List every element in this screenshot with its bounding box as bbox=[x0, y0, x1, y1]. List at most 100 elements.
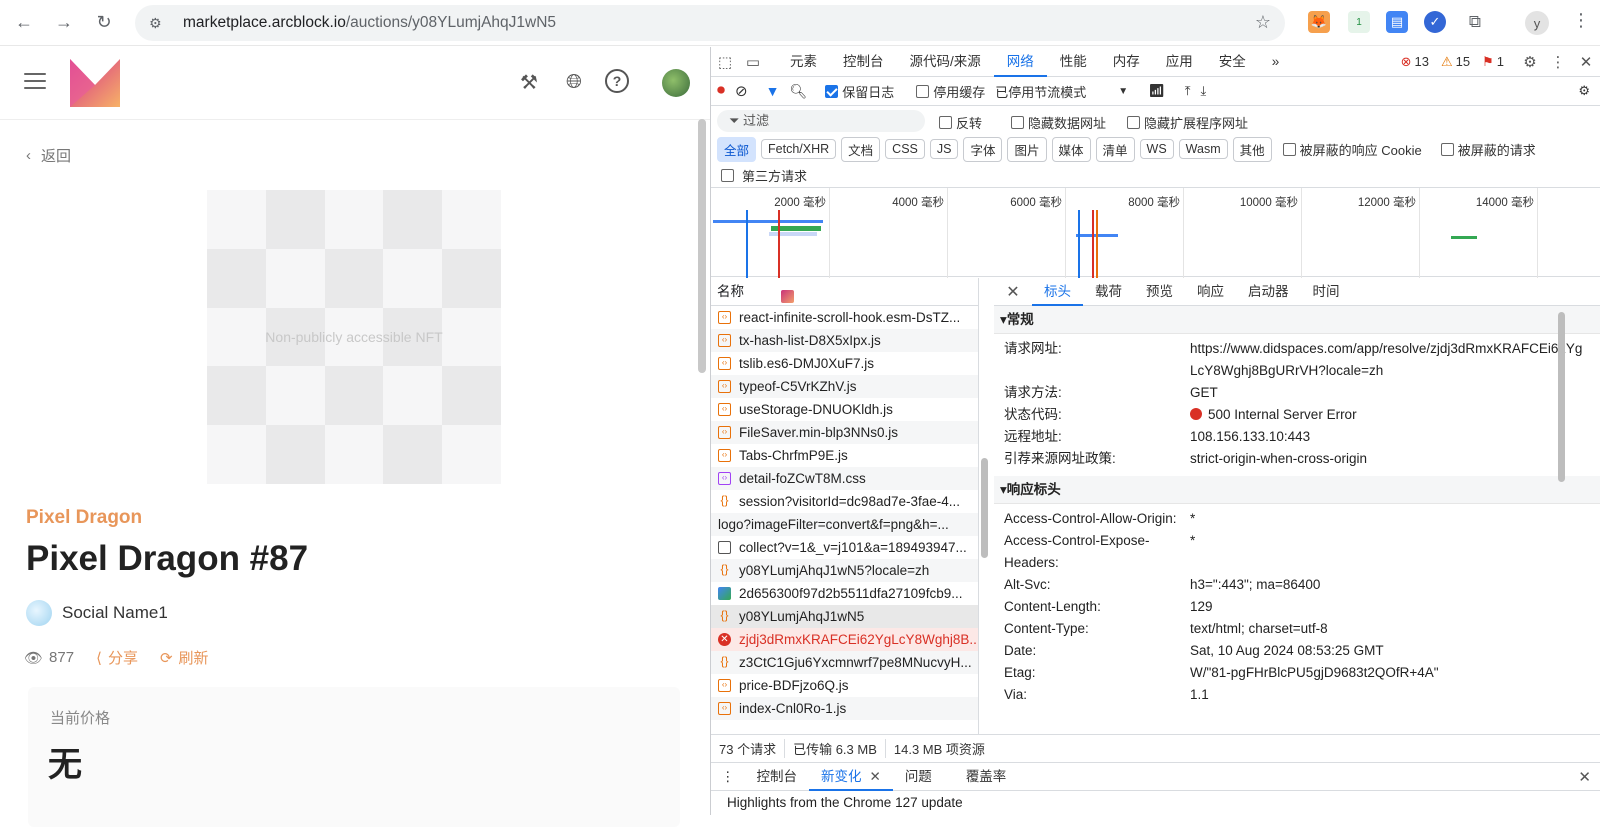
page-scrollbar[interactable] bbox=[698, 119, 706, 373]
reload-icon[interactable]: ↻ bbox=[92, 11, 116, 35]
name-column-header[interactable]: 名称 bbox=[711, 278, 978, 306]
type-img[interactable]: 图片 bbox=[1007, 136, 1047, 162]
request-row[interactable]: ‹› FileSaver.min-blp3NNs0.js bbox=[711, 421, 978, 444]
header-value[interactable]: h3=":443"; ma=86400 bbox=[1190, 574, 1600, 596]
request-row[interactable]: 2d656300f97d2b5511dfa27109fcb9... bbox=[711, 582, 978, 605]
warning-count-badge[interactable]: ⚠ 15 bbox=[1441, 54, 1470, 70]
throttle-select[interactable]: 已停用节流模式 ▼ bbox=[995, 82, 1128, 101]
collection-name[interactable]: Pixel Dragon bbox=[26, 507, 142, 529]
hide-data-urls-checkbox[interactable]: 隐藏数据网址 bbox=[1011, 113, 1106, 132]
search-icon[interactable]: 🔍︎ bbox=[789, 83, 807, 100]
header-value[interactable]: 129 bbox=[1190, 596, 1600, 618]
request-row[interactable]: ‹› useStorage-DNUOKldh.js bbox=[711, 398, 978, 421]
type-font[interactable]: 字体 bbox=[963, 136, 1003, 162]
request-row[interactable]: {} session?visitorId=dc98ad7e-3fae-4... bbox=[711, 490, 978, 513]
metamask-extension-icon[interactable]: 🦊 bbox=[1308, 11, 1330, 33]
type-ws[interactable]: WS bbox=[1139, 139, 1174, 159]
disable-cache-checkbox[interactable]: 停用缓存 bbox=[916, 82, 985, 101]
drawer-tab-console[interactable]: 控制台 bbox=[745, 763, 810, 791]
filter-input[interactable]: ⏷ 过滤 bbox=[717, 110, 925, 132]
header-value[interactable]: https://www.didspaces.com/app/resolve/zj… bbox=[1190, 338, 1600, 382]
request-row[interactable]: {} y08YLumjAhqJ1wN5 bbox=[711, 605, 978, 628]
tab-network[interactable]: 网络 bbox=[993, 47, 1047, 77]
close-drawer-icon[interactable]: ✕ bbox=[1578, 768, 1591, 786]
globe-icon[interactable]: 🌐︎ bbox=[561, 69, 587, 95]
response-headers-section-header[interactable]: ▾响应标头 bbox=[994, 476, 1600, 504]
drawer-menu-icon[interactable]: ⋮ bbox=[711, 763, 745, 791]
network-conditions-icon[interactable]: 📶︎ bbox=[1148, 83, 1165, 99]
tab-console[interactable]: 控制台 bbox=[830, 47, 897, 77]
gavel-icon[interactable]: ⚒ bbox=[516, 69, 542, 95]
address-bar[interactable]: ⚙ marketplace.arcblock.io/auctions/y08YL… bbox=[135, 5, 1285, 41]
hamburger-menu-icon[interactable] bbox=[24, 73, 46, 94]
tab-application[interactable]: 应用 bbox=[1153, 47, 1206, 77]
type-media[interactable]: 媒体 bbox=[1051, 136, 1091, 162]
puzzle-icon[interactable]: ⧉ bbox=[1464, 11, 1486, 33]
request-row[interactable]: ‹› price-BDFjzo6Q.js bbox=[711, 674, 978, 697]
request-row[interactable]: ‹› index-Cnl0Ro-1.js bbox=[711, 697, 978, 720]
close-devtools-icon[interactable]: ✕ bbox=[1572, 53, 1600, 71]
window-extension-icon[interactable]: ▤ bbox=[1386, 11, 1408, 33]
network-settings-icon[interactable]: ⚙ bbox=[1578, 83, 1590, 99]
general-section-header[interactable]: ▾常规 bbox=[994, 306, 1600, 334]
back-arrow-icon[interactable]: ← bbox=[12, 11, 36, 35]
owner[interactable]: Social Name1 bbox=[26, 600, 168, 626]
tab-preview[interactable]: 预览 bbox=[1134, 278, 1185, 306]
blocked-cookies-checkbox[interactable]: 被屏蔽的响应 Cookie bbox=[1282, 140, 1422, 159]
drawer-tab-whats-new[interactable]: 新变化 ✕ bbox=[809, 763, 893, 791]
request-row[interactable]: ‹› react-infinite-scroll-hook.esm-DsTZ... bbox=[711, 306, 978, 329]
filter-funnel-icon[interactable]: ▼ bbox=[766, 83, 780, 99]
type-manifest[interactable]: 清单 bbox=[1095, 136, 1135, 162]
third-party-checkbox[interactable]: 第三方请求 bbox=[721, 166, 807, 185]
upload-har-icon[interactable]: ⤒ bbox=[1185, 83, 1191, 99]
header-value[interactable]: W/"81-pgFHrBlcPU5gjD9683t2QOfR+4A" bbox=[1190, 662, 1600, 684]
record-stop-icon[interactable]: ⏺ bbox=[717, 82, 725, 100]
request-row[interactable]: ✕ zjdj3dRmxKRAFCEi62YgLcY8Wghj8B... bbox=[711, 628, 978, 651]
request-row[interactable]: ‹› detail-foZCwT8M.css bbox=[711, 467, 978, 490]
tab-response[interactable]: 响应 bbox=[1185, 278, 1236, 306]
more-tabs-button[interactable]: » bbox=[1259, 47, 1293, 77]
invert-checkbox[interactable]: 反转 bbox=[939, 113, 982, 132]
detail-scrollbar[interactable] bbox=[1558, 312, 1565, 482]
clear-icon[interactable]: ⊘ bbox=[735, 82, 748, 100]
header-value[interactable]: Sat, 10 Aug 2024 08:53:25 GMT bbox=[1190, 640, 1600, 662]
check-extension-icon[interactable]: ✓ bbox=[1424, 11, 1446, 33]
request-row[interactable]: {} y08YLumjAhqJ1wN5?locale=zh bbox=[711, 559, 978, 582]
header-value[interactable]: * bbox=[1190, 508, 1600, 530]
site-settings-icon[interactable]: ⚙ bbox=[149, 15, 171, 32]
type-all[interactable]: 全部 bbox=[717, 136, 757, 162]
bookmark-star-icon[interactable]: ☆ bbox=[1255, 12, 1271, 33]
type-other[interactable]: 其他 bbox=[1232, 136, 1272, 162]
tab-sources[interactable]: 源代码/来源 bbox=[897, 47, 994, 77]
type-js[interactable]: JS bbox=[929, 139, 959, 159]
drawer-tab-issues[interactable]: 问题 bbox=[893, 763, 944, 791]
devtools-menu-icon[interactable]: ⋮ bbox=[1544, 53, 1572, 71]
device-toolbar-icon[interactable]: ▭ bbox=[739, 53, 767, 71]
share-button[interactable]: ⟨ 分享 bbox=[96, 647, 138, 668]
user-avatar[interactable] bbox=[662, 69, 690, 97]
tab-initiator[interactable]: 启动器 bbox=[1236, 278, 1301, 306]
download-har-icon[interactable]: ⤓ bbox=[1200, 83, 1206, 99]
blocked-requests-checkbox[interactable]: 被屏蔽的请求 bbox=[1440, 140, 1536, 159]
header-value[interactable]: GET bbox=[1190, 382, 1600, 404]
issues-count-badge[interactable]: ⚑ 1 bbox=[1482, 54, 1504, 70]
request-row[interactable]: {} z3CtC1Gju6Yxcmnwrf7pe8MNucvyH... bbox=[711, 651, 978, 674]
header-value[interactable]: 108.156.133.10:443 bbox=[1190, 426, 1600, 448]
browser-menu-icon[interactable]: ⋮ bbox=[1572, 10, 1590, 31]
preserve-log-checkbox[interactable]: 保留日志 bbox=[825, 82, 894, 101]
type-doc[interactable]: 文档 bbox=[841, 136, 881, 162]
network-overview-timeline[interactable]: 2000 毫秒 4000 毫秒 6000 毫秒 8000 毫秒 10000 毫秒… bbox=[711, 187, 1600, 278]
error-count-badge[interactable]: ⊗ 13 bbox=[1401, 54, 1429, 70]
type-wasm[interactable]: Wasm bbox=[1178, 139, 1228, 159]
header-value[interactable]: 500 Internal Server Error bbox=[1190, 404, 1600, 426]
request-row[interactable]: logo?imageFilter=convert&f=png&h=... bbox=[711, 290, 978, 536]
tab-elements[interactable]: 元素 bbox=[777, 47, 830, 77]
inspect-element-icon[interactable]: ⬚ bbox=[711, 53, 739, 71]
marketplace-logo[interactable] bbox=[70, 59, 120, 107]
help-icon[interactable]: ? bbox=[605, 69, 629, 93]
settings-gear-icon[interactable]: ⚙ bbox=[1516, 53, 1544, 71]
close-detail-icon[interactable]: ✕ bbox=[994, 282, 1032, 302]
request-list-scrollbar[interactable] bbox=[981, 458, 988, 558]
refresh-button[interactable]: ⟳ 刷新 bbox=[160, 647, 209, 668]
tab-security[interactable]: 安全 bbox=[1206, 47, 1259, 77]
